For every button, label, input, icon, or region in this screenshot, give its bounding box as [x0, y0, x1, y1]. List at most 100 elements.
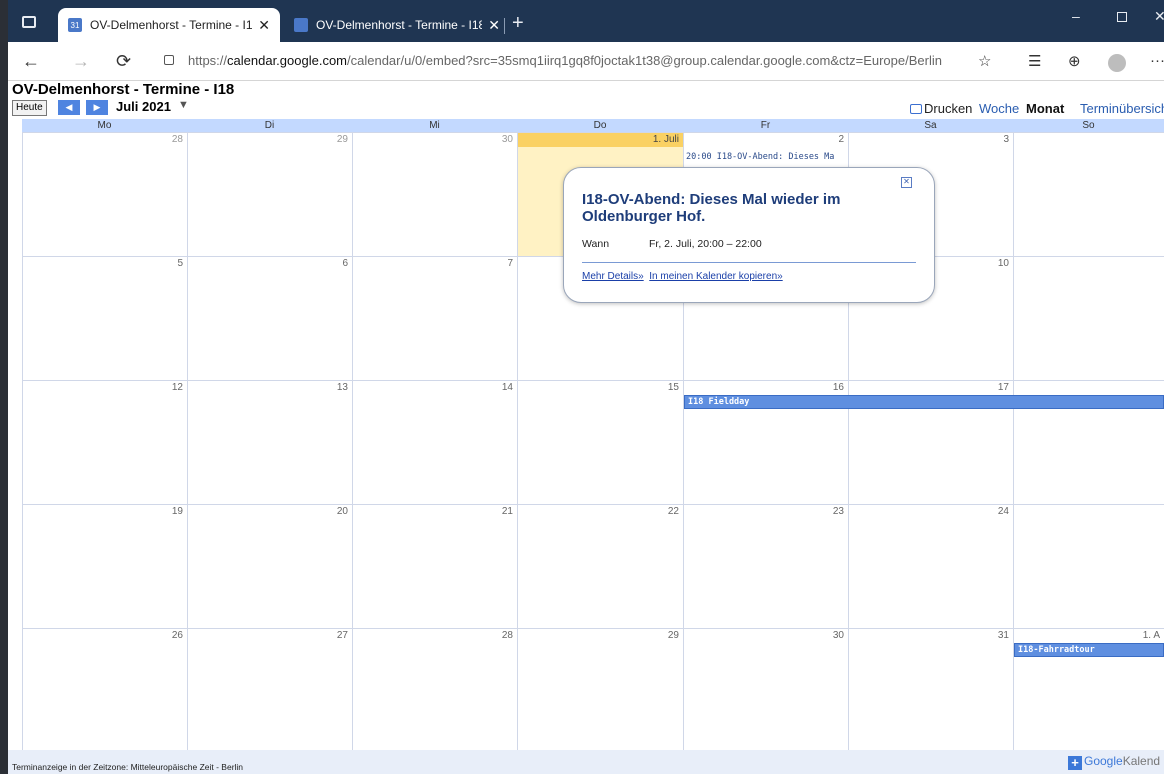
- event-fahrradtour[interactable]: I18-Fahrradtour: [1014, 643, 1164, 657]
- date-number[interactable]: 17: [849, 381, 1013, 395]
- window-close-button[interactable]: ✕: [1154, 8, 1164, 25]
- tab-agenda-view[interactable]: Terminübersicht: [1080, 101, 1164, 116]
- date-number[interactable]: 1. A: [1014, 629, 1164, 643]
- url-host: calendar.google.com: [227, 53, 348, 68]
- new-tab-button[interactable]: +: [512, 12, 524, 35]
- google-logo-text: Google: [1084, 754, 1123, 768]
- window-maximize-button[interactable]: [1117, 12, 1127, 22]
- window-minimize-button[interactable]: –: [1072, 8, 1080, 24]
- day-cell[interactable]: 7: [352, 257, 517, 381]
- day-cell[interactable]: 31: [848, 629, 1013, 753]
- date-number[interactable]: 29: [188, 133, 352, 147]
- day-cell[interactable]: 30: [352, 133, 517, 257]
- day-cell[interactable]: 15: [517, 381, 683, 505]
- browser-tab-active[interactable]: 31 OV-Delmenhorst - Termine - I18 ✕: [58, 8, 280, 42]
- next-month-button[interactable]: ▶: [86, 100, 108, 115]
- day-cell[interactable]: 14: [352, 381, 517, 505]
- today-button[interactable]: Heute: [12, 100, 47, 116]
- close-icon[interactable]: ✕: [901, 177, 912, 188]
- date-number[interactable]: 14: [353, 381, 517, 395]
- week-row: 26 27 28 29 30 31 1. A: [22, 628, 1164, 753]
- day-cell[interactable]: [1013, 257, 1164, 381]
- more-menu-icon[interactable]: ···: [1150, 52, 1164, 69]
- date-number[interactable]: 30: [684, 629, 848, 643]
- day-cell[interactable]: 29: [517, 629, 683, 753]
- collections-icon[interactable]: ⊕: [1068, 52, 1081, 70]
- tab-week-view[interactable]: Woche: [979, 101, 1019, 116]
- more-details-link[interactable]: Mehr Details»: [582, 271, 644, 282]
- date-number[interactable]: 22: [518, 505, 683, 519]
- date-number[interactable]: 31: [849, 629, 1013, 643]
- copy-to-calendar-link[interactable]: In meinen Kalender kopieren»: [649, 271, 782, 282]
- day-cell[interactable]: [1013, 505, 1164, 629]
- date-number[interactable]: 20: [188, 505, 352, 519]
- day-cell[interactable]: 20: [187, 505, 352, 629]
- day-cell[interactable]: 22: [517, 505, 683, 629]
- day-cell[interactable]: 19: [22, 505, 187, 629]
- date-number[interactable]: 2: [684, 133, 848, 147]
- day-cell[interactable]: 26: [22, 629, 187, 753]
- date-number[interactable]: 7: [353, 257, 517, 271]
- day-cell[interactable]: 6: [187, 257, 352, 381]
- when-value: Fr, 2. Juli, 20:00 – 22:00: [649, 238, 762, 250]
- date-number[interactable]: [1014, 257, 1164, 271]
- sidebar-toggle-icon[interactable]: [22, 16, 36, 28]
- previous-month-button[interactable]: ◀: [58, 100, 80, 115]
- google-calendar-button[interactable]: + GoogleKalend: [1068, 754, 1160, 770]
- day-cell[interactable]: 30: [683, 629, 848, 753]
- when-label: Wann: [582, 238, 610, 250]
- print-button[interactable]: Drucken: [910, 101, 972, 116]
- date-number[interactable]: 26: [23, 629, 187, 643]
- current-month-label[interactable]: Juli 2021: [116, 99, 171, 114]
- day-cell[interactable]: 28: [352, 629, 517, 753]
- day-cell[interactable]: 23: [683, 505, 848, 629]
- date-number[interactable]: 28: [353, 629, 517, 643]
- event-fieldday[interactable]: I18 Fieldday: [684, 395, 1164, 409]
- date-number[interactable]: 15: [518, 381, 683, 395]
- popup-links: Mehr Details» In meinen Kalender kopiere…: [582, 271, 783, 282]
- date-number[interactable]: 19: [23, 505, 187, 519]
- date-number[interactable]: [1014, 133, 1164, 147]
- day-cell[interactable]: [1013, 133, 1164, 257]
- date-number[interactable]: 16: [684, 381, 848, 395]
- date-number[interactable]: 24: [849, 505, 1013, 519]
- address-bar[interactable]: https://calendar.google.com/calendar/u/0…: [188, 53, 942, 68]
- lock-icon[interactable]: [164, 55, 174, 65]
- date-number[interactable]: 29: [518, 629, 683, 643]
- url-path: /calendar/u/0/embed?src=35smq1iirq1gq8f0…: [347, 53, 942, 68]
- date-number[interactable]: 30: [353, 133, 517, 147]
- tab-month-view[interactable]: Monat: [1026, 101, 1064, 116]
- date-number[interactable]: 28: [23, 133, 187, 147]
- day-cell[interactable]: 29: [187, 133, 352, 257]
- date-number[interactable]: [1014, 505, 1164, 519]
- date-number[interactable]: 23: [684, 505, 848, 519]
- day-cell[interactable]: 21: [352, 505, 517, 629]
- chevron-down-icon[interactable]: ▼: [178, 99, 189, 111]
- profile-avatar[interactable]: [1108, 54, 1126, 72]
- reload-icon[interactable]: ⟳: [116, 51, 131, 72]
- tab-close-icon[interactable]: ✕: [488, 17, 500, 34]
- date-number[interactable]: 5: [23, 257, 187, 271]
- date-number[interactable]: 13: [188, 381, 352, 395]
- date-number[interactable]: 27: [188, 629, 352, 643]
- day-cell[interactable]: 5: [22, 257, 187, 381]
- back-arrow-icon[interactable]: ←: [22, 51, 40, 72]
- date-number[interactable]: [1014, 381, 1164, 395]
- forward-arrow-icon[interactable]: →: [72, 51, 90, 72]
- day-cell[interactable]: 28: [22, 133, 187, 257]
- event-ov-abend[interactable]: 20:00 I18-OV-Abend: Dieses Ma: [686, 152, 846, 162]
- date-number[interactable]: 6: [188, 257, 352, 271]
- day-cell[interactable]: 27: [187, 629, 352, 753]
- day-cell[interactable]: 13: [187, 381, 352, 505]
- date-number[interactable]: 12: [23, 381, 187, 395]
- date-number[interactable]: 3: [849, 133, 1013, 147]
- day-cell[interactable]: 12: [22, 381, 187, 505]
- tab-close-icon[interactable]: ✕: [258, 17, 270, 34]
- date-number[interactable]: 21: [353, 505, 517, 519]
- favorites-icon[interactable]: ☰: [1028, 52, 1041, 70]
- browser-tab-bar: 31 OV-Delmenhorst - Termine - I18 ✕ OV-D…: [0, 0, 1164, 42]
- day-cell[interactable]: 24: [848, 505, 1013, 629]
- add-favorite-icon[interactable]: ☆: [978, 52, 991, 70]
- browser-tab[interactable]: OV-Delmenhorst - Termine - I18 ✕: [284, 8, 510, 42]
- date-number[interactable]: 1. Juli: [518, 133, 683, 147]
